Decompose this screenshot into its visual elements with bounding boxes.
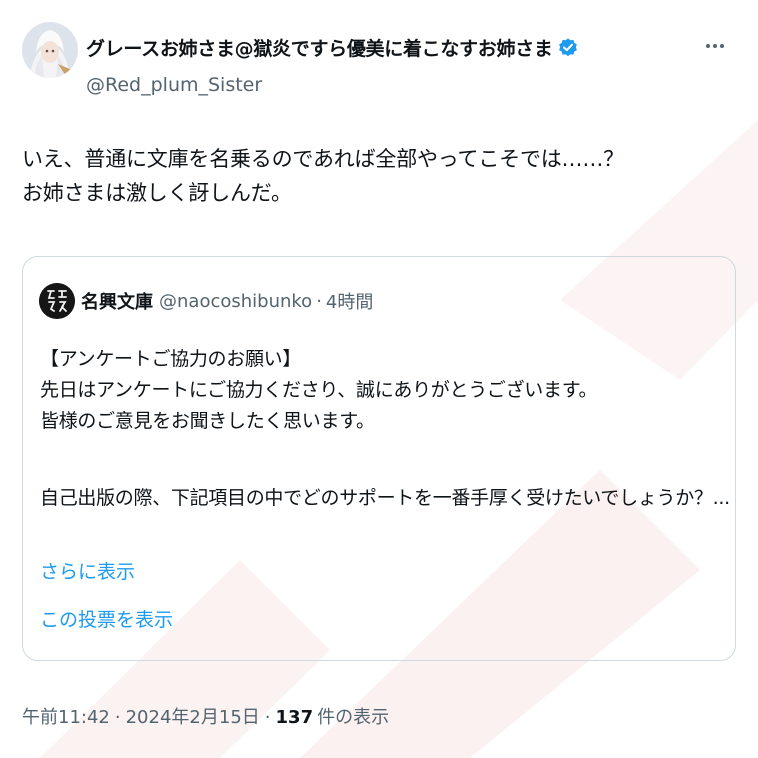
quoted-body-line: 【アンケートご協力のお願い】: [40, 348, 302, 370]
quoted-tweet-card[interactable]: 名興文庫 @naocoshibunko · 4時間 【アンケートご協力のお願い】…: [22, 256, 736, 661]
quoted-body-line: 皆様のご意見をお聞きしたく思います。: [40, 410, 375, 432]
more-options-icon[interactable]: [700, 34, 730, 58]
verified-badge-icon: [557, 37, 579, 59]
quoted-timestamp[interactable]: 4時間: [326, 288, 373, 314]
naocoshibunko-logo-icon[interactable]: [39, 283, 75, 319]
view-label: 件の表示: [317, 707, 390, 728]
more-dot: [713, 44, 717, 48]
more-dot: [720, 44, 724, 48]
tweet: グレースお姉さま@獄炎ですら優美に着こなすお姉さま @Red_plum_Sist…: [0, 0, 758, 758]
tweet-body: いえ、普通に文庫を名乗るのであれば全部やってこそでは……？ お姉さまは激しく訝し…: [22, 142, 736, 210]
user-handle[interactable]: @Red_plum_Sister: [86, 74, 262, 96]
quoted-body-line: 自己出版の際、下記項目の中でどのサポートを一番手厚く受けたいでしょうか？...: [40, 487, 730, 509]
display-name[interactable]: グレースお姉さま@獄炎ですら優美に着こなすお姉さま: [86, 34, 553, 61]
quoted-body-line: 先日はアンケートにご協力くださり、誠にありがとうございます。: [40, 379, 598, 401]
view-count: 137: [275, 707, 314, 728]
show-poll-link[interactable]: この投票を表示: [40, 605, 173, 632]
tweet-time[interactable]: 午前11:42: [22, 703, 110, 729]
tweet-body-line: お姉さまは激しく訝しんだ。: [22, 181, 292, 205]
quoted-tweet-body: 【アンケートご協力のお願い】 先日はアンケートにご協力くださり、誠にありがとうご…: [40, 344, 730, 514]
tweet-metadata: 午前11:42 · 2024年2月15日 · 137 件の表示: [22, 703, 389, 729]
user-avatar-icon[interactable]: [22, 22, 78, 78]
tweet-body-line: いえ、普通に文庫を名乗るのであれば全部やってこそでは……？: [22, 147, 624, 171]
separator-dot: ·: [114, 707, 121, 728]
tweet-date[interactable]: 2024年2月15日: [126, 703, 260, 729]
show-more-link[interactable]: さらに表示: [40, 557, 135, 584]
quoted-handle[interactable]: @naocoshibunko: [159, 291, 312, 312]
tweet-header: グレースお姉さま@獄炎ですら優美に着こなすお姉さま @Red_plum_Sist…: [22, 22, 736, 108]
quoted-display-name[interactable]: 名興文庫: [81, 288, 153, 314]
more-dot: [706, 44, 710, 48]
separator-dot: ·: [316, 290, 322, 312]
quoted-tweet-header: 名興文庫 @naocoshibunko · 4時間: [39, 283, 373, 319]
display-name-row: グレースお姉さま@獄炎ですら優美に着こなすお姉さま: [86, 34, 579, 61]
separator-dot: ·: [264, 707, 271, 728]
